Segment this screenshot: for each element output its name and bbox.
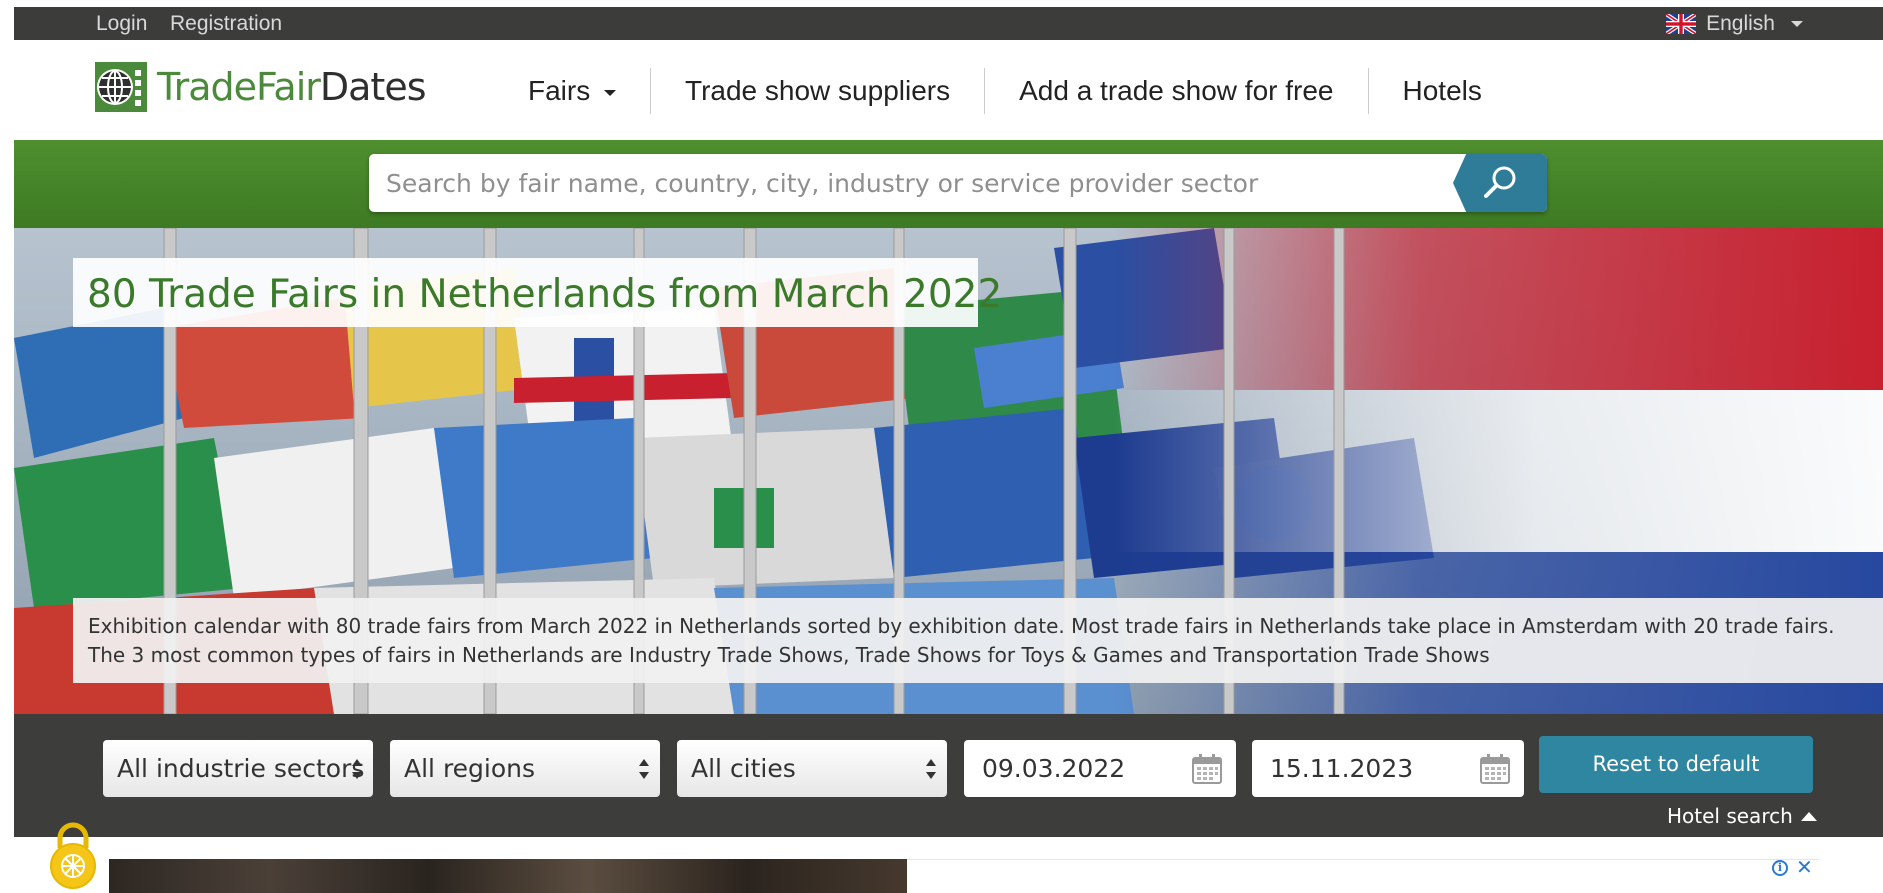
hero-description: Exhibition calendar with 80 trade fairs …	[73, 598, 1883, 683]
globe-logo-icon	[95, 62, 147, 112]
region-select[interactable]: All regions	[390, 740, 660, 797]
logo-wordmark-tradefair: TradeFair	[157, 65, 321, 109]
search-box	[369, 154, 1547, 212]
logo[interactable]: TradeFairDates	[95, 62, 426, 112]
calendar-icon[interactable]	[1191, 753, 1223, 785]
lock-icon[interactable]	[43, 818, 103, 890]
chevron-down-icon	[1791, 21, 1803, 27]
date-from-value: 09.03.2022	[982, 754, 1126, 783]
language-label: English	[1706, 12, 1775, 35]
search-icon	[1484, 166, 1516, 198]
date-from-field[interactable]: 09.03.2022	[964, 740, 1236, 797]
hotel-search-toggle[interactable]: Hotel search	[1667, 804, 1817, 828]
sector-select-value: All industrie sectors	[117, 754, 365, 783]
page-title: 80 Trade Fairs in Netherlands from March…	[87, 272, 1003, 317]
advertisement-image[interactable]	[109, 859, 907, 893]
registration-link[interactable]: Registration	[170, 12, 282, 36]
nav-item-hotels[interactable]: Hotels	[1369, 68, 1516, 114]
logo-wordmark: TradeFairDates	[157, 65, 426, 109]
ad-info-icon[interactable]: i	[1772, 860, 1788, 876]
sector-select[interactable]: All industrie sectors	[103, 740, 373, 797]
nav-item-suppliers[interactable]: Trade show suppliers	[651, 68, 984, 114]
city-select-value: All cities	[691, 754, 796, 783]
main-nav: Fairs Trade show suppliers Add a trade s…	[494, 68, 1516, 114]
select-arrows-icon	[639, 759, 649, 779]
select-arrows-icon	[352, 759, 362, 779]
calendar-icon[interactable]	[1479, 753, 1511, 785]
login-link[interactable]: Login	[96, 12, 147, 36]
advertisement-area	[907, 859, 1819, 893]
date-to-field[interactable]: 15.11.2023	[1252, 740, 1524, 797]
ad-controls: i ✕	[1772, 858, 1813, 878]
date-to-value: 15.11.2023	[1270, 754, 1414, 783]
filter-bar: All industrie sectors All regions All ci…	[14, 714, 1883, 837]
city-select[interactable]: All cities	[677, 740, 947, 797]
chevron-down-icon	[604, 89, 617, 96]
hero-title-box: 80 Trade Fairs in Netherlands from March…	[73, 258, 1002, 327]
logo-wordmark-dates: Dates	[319, 65, 427, 109]
search-strip	[14, 140, 1883, 228]
header: TradeFairDates Fairs Trade show supplier…	[14, 40, 1883, 140]
search-button[interactable]	[1453, 154, 1547, 212]
nav-item-fairs[interactable]: Fairs	[494, 68, 650, 114]
hotel-search-label: Hotel search	[1667, 804, 1793, 828]
hero-banner: 80 Trade Fairs in Netherlands from March…	[14, 228, 1883, 714]
search-input[interactable]	[386, 164, 1446, 202]
language-selector[interactable]: English	[1666, 12, 1803, 36]
page: Login Registration English TradeFairDate…	[14, 0, 1883, 893]
nav-item-add-trade-show[interactable]: Add a trade show for free	[985, 68, 1367, 114]
uk-flag-icon	[1666, 14, 1697, 34]
region-select-value: All regions	[404, 754, 536, 783]
chevron-up-icon	[1800, 811, 1817, 821]
top-bar: Login Registration English	[14, 7, 1883, 40]
close-icon[interactable]: ✕	[1796, 858, 1813, 878]
select-arrows-icon	[926, 759, 936, 779]
reset-button[interactable]: Reset to default	[1539, 736, 1813, 793]
nav-item-fairs-label: Fairs	[528, 75, 591, 106]
